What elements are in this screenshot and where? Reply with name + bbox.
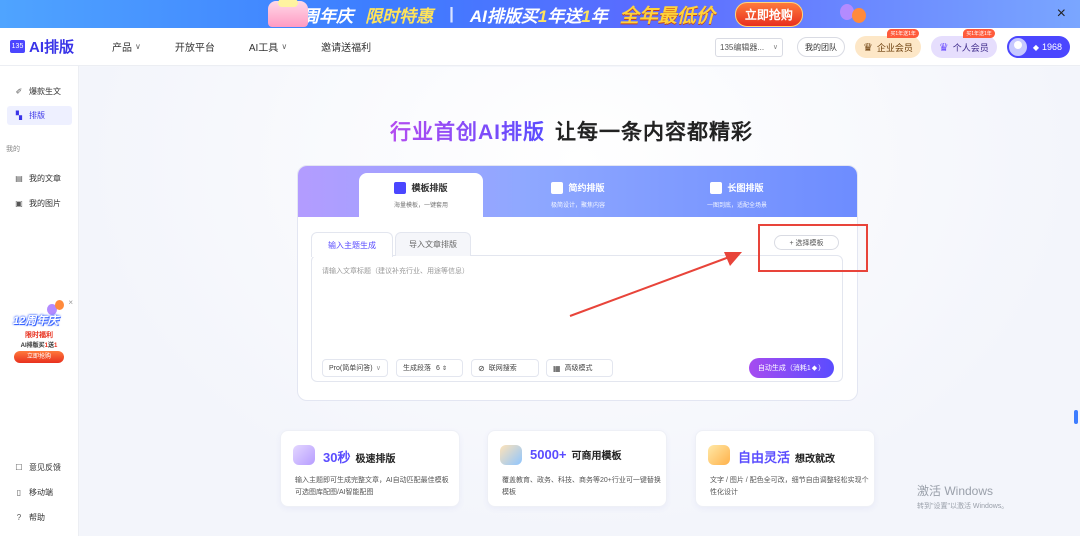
long-image-icon <box>710 181 723 194</box>
subtab-input-topic[interactable]: 输入主题生成 <box>311 232 393 257</box>
nav-item-ai-tools[interactable]: AI工具 ∨ <box>249 39 287 54</box>
paragraph-count-select[interactable]: 生成段落 6 ⇕ <box>396 359 463 377</box>
promo-line2: AI排版买1送1 <box>20 343 58 349</box>
nav-item-open-platform[interactable]: 开放平台 <box>175 39 215 54</box>
chevron-down-icon: ∨ <box>281 42 288 51</box>
sidebar-promo-card[interactable]: × 12周年庆 限时福利 AI排版买1送1 立即抢购 <box>5 298 73 370</box>
top-header: 135 AI排版 产品 ∨ 开放平台 AI工具 ∨ 邀请送福利 135编辑器... ∨… <box>0 28 1080 66</box>
sidebar: ✐ 爆款生文 ▚ 排版 我的 ▤ 我的文章 ▣ 我的图片 × 12周年庆 限时福… <box>0 66 79 536</box>
chevron-down-icon: ∨ <box>772 44 779 51</box>
cake-icon <box>268 0 308 27</box>
main-nav: 产品 ∨ 开放平台 AI工具 ∨ 邀请送福利 <box>112 39 405 54</box>
annotation-arrow <box>569 252 742 317</box>
logo-mark-icon: 135 <box>10 40 25 53</box>
logo-text: AI排版 <box>29 39 75 56</box>
scrollbar-thumb[interactable] <box>1074 410 1078 424</box>
banner-divider: | <box>449 4 454 23</box>
nav-item-product[interactable]: 产品 ∨ <box>112 39 141 54</box>
palette-icon <box>500 445 522 465</box>
sidebar-item-layout[interactable]: ▚ 排版 <box>7 106 72 125</box>
sidebar-item-hot-article[interactable]: ✐ 爆款生文 <box>7 82 72 101</box>
mode-select[interactable]: Pro(简单问答) ∨ <box>322 359 388 377</box>
page-title: 行业首创AI排版 让每一条内容都精彩 <box>390 121 753 144</box>
stepper-icon: ⇕ <box>441 365 447 372</box>
nav-item-invite[interactable]: 邀请送福利 <box>321 39 371 54</box>
enterprise-vip-button[interactable]: ♛ 企业会员 买1年送1年 <box>855 29 921 58</box>
tab-simple-layout[interactable]: 简约排版 极简设计，聚焦内容 <box>516 173 640 217</box>
feedback-icon: ☐ <box>15 463 23 472</box>
tab-long-image-layout[interactable]: 长图排版 一图到底，适配全场景 <box>675 173 799 217</box>
grid-icon: ▦ <box>553 363 561 373</box>
lightning-icon <box>293 445 315 465</box>
mobile-icon: ▯ <box>16 488 22 497</box>
sidebar-item-help[interactable]: ? 帮助 <box>7 508 72 527</box>
image-icon: ▣ <box>15 199 23 208</box>
chevron-down-icon: ∨ <box>375 365 381 372</box>
simple-layout-icon <box>551 181 564 194</box>
sidebar-item-my-images[interactable]: ▣ 我的图片 <box>7 194 72 213</box>
star-icon <box>708 445 730 465</box>
user-points[interactable]: ◆ 1968 <box>1006 36 1070 58</box>
auto-generate-button[interactable]: 自动生成（消耗1 ◆） <box>749 358 834 378</box>
help-icon: ? <box>16 513 22 522</box>
advanced-mode-toggle[interactable]: ▦ 高级模式 <box>546 359 613 377</box>
my-team-button[interactable]: 我的团队 <box>797 37 846 57</box>
promo-banner[interactable]: 12周年庆 限时特惠 | AI排版买1年送1年 全年最低价 立即抢购 × <box>0 0 1080 28</box>
promo-buy-button[interactable]: 立即抢购 <box>14 351 64 363</box>
globe-icon: ⊘ <box>478 363 485 373</box>
sidebar-item-mobile[interactable]: ▯ 移动端 <box>7 483 72 502</box>
web-search-toggle[interactable]: ⊘ 联网搜索 <box>471 359 539 377</box>
subtab-import-article[interactable]: 导入文章排版 <box>395 232 471 256</box>
promo-year: 12周年庆 <box>13 315 59 327</box>
diamond-icon: ◆ <box>811 365 818 372</box>
windows-activation-watermark: 激活 Windows 转到"设置"以激活 Windows。 <box>917 484 1009 510</box>
sidebar-item-feedback[interactable]: ☐ 意见反馈 <box>7 458 72 477</box>
vip-tag: 买1年送1年 <box>963 29 995 38</box>
header-right: 135编辑器... ∨ 我的团队 ♛ 企业会员 买1年送1年 ♛ 个人会员 买1年… <box>715 29 1070 58</box>
chevron-down-icon: ∨ <box>135 42 141 51</box>
crown-icon: ♛ <box>938 41 949 54</box>
banner-close-icon[interactable]: × <box>1057 5 1066 23</box>
feature-card-speed: 30秒 极速排版 输入主题即可生成完整文章，AI自动匹配最佳模板可选图库配图/AI… <box>280 430 460 507</box>
balloon-icon <box>840 2 870 26</box>
personal-vip-button[interactable]: ♛ 个人会员 买1年送1年 <box>930 29 997 58</box>
banner-buy-button[interactable]: 立即抢购 <box>734 1 803 27</box>
pen-icon: ✐ <box>15 87 23 96</box>
banner-lowest-price: 全年最低价 <box>619 5 715 27</box>
tab-template-layout[interactable]: 模板排版 海量模板，一键套用 <box>359 173 483 217</box>
layout-icon: ▚ <box>15 111 23 120</box>
banner-offer: AI排版买1年送1年 <box>469 6 608 26</box>
logo[interactable]: 135 AI排版 <box>10 36 90 57</box>
feature-card-templates: 5000+ 可商用模板 覆盖教育、政务、科技、商务等20+行业可一键替换模板 <box>487 430 667 507</box>
article-icon: ▤ <box>15 174 23 183</box>
close-icon[interactable]: × <box>68 298 73 307</box>
title-input-placeholder[interactable]: 请输入文章标题（建议补充行业、用途等信息） <box>322 266 469 276</box>
banner-limited: 限时特惠 <box>365 6 434 26</box>
avatar[interactable] <box>1008 38 1027 56</box>
template-icon <box>394 181 407 194</box>
feature-card-flexible: 自由灵活 想改就改 文字 / 图片 / 配色全可改，细节自由调整轻松实现个性化设计 <box>695 430 875 507</box>
diamond-icon: ◆ <box>1032 42 1039 52</box>
annotation-highlight-box <box>758 224 868 272</box>
editor-select[interactable]: 135编辑器... ∨ <box>715 37 784 57</box>
crown-icon: ♛ <box>863 41 873 54</box>
promo-line1: 限时福利 <box>25 332 53 339</box>
vip-tag: 买1年送1年 <box>887 29 919 38</box>
sidebar-group-mine: 我的 <box>6 146 20 153</box>
sidebar-item-my-articles[interactable]: ▤ 我的文章 <box>7 169 72 188</box>
